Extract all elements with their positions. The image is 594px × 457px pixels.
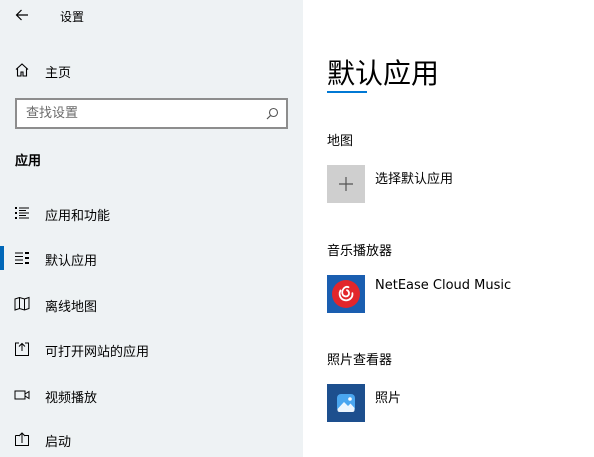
- sidebar-item-label: 离线地图: [45, 300, 98, 315]
- window-title: 设置: [60, 10, 85, 24]
- netease-cloud-music-icon: [327, 275, 365, 313]
- active-indicator: [0, 246, 4, 270]
- startup-icon: [14, 431, 30, 447]
- main-content: 默认应用 地图 选择默认应用 音乐播放器 NetEase Cloud Music…: [303, 0, 594, 457]
- sidebar-item-apps-features[interactable]: 应用和功能: [0, 195, 303, 231]
- nav-home[interactable]: 主页: [0, 54, 303, 86]
- photos-app-icon: [327, 384, 365, 422]
- default-app-music-button[interactable]: NetEase Cloud Music: [327, 275, 587, 315]
- sidebar-item-label: 启动: [45, 435, 72, 450]
- sidebar-item-startup[interactable]: 启动: [0, 421, 303, 457]
- sidebar-item-label: 默认应用: [45, 254, 98, 269]
- app-name: NetEase Cloud Music: [375, 278, 512, 293]
- back-arrow-icon: [15, 7, 29, 26]
- video-playback-icon: [14, 387, 30, 403]
- group-label-maps: 地图: [327, 134, 354, 149]
- sidebar-item-label: 可打开网站的应用: [45, 345, 150, 360]
- title-underline: [327, 91, 367, 93]
- sidebar-item-default-apps[interactable]: 默认应用: [0, 240, 303, 276]
- default-app-photos-button[interactable]: 照片: [327, 384, 587, 424]
- add-icon: [327, 165, 365, 203]
- offline-maps-icon: [14, 296, 30, 312]
- title-bar: 设置: [0, 0, 303, 32]
- search-box: [15, 98, 288, 129]
- sidebar-item-offline-maps[interactable]: 离线地图: [0, 286, 303, 322]
- sidebar-item-apps-for-websites[interactable]: 可打开网站的应用: [0, 331, 303, 367]
- page-title: 默认应用: [327, 57, 440, 90]
- sidebar-item-label: 应用和功能: [45, 209, 111, 224]
- settings-sidebar: 设置 主页 应用 应用和功能 默认应用 离线地图: [0, 0, 303, 457]
- search-input[interactable]: [17, 100, 253, 127]
- back-button[interactable]: [8, 2, 36, 30]
- app-name: 照片: [375, 391, 402, 406]
- group-label-photo-viewer: 照片查看器: [327, 353, 393, 368]
- group-label-music-player: 音乐播放器: [327, 244, 393, 259]
- apps-for-websites-icon: [14, 341, 30, 357]
- section-title-apps: 应用: [15, 154, 42, 169]
- search-icon[interactable]: [264, 105, 280, 121]
- home-icon: [14, 62, 30, 78]
- default-apps-icon: [14, 250, 30, 266]
- default-app-maps-button[interactable]: 选择默认应用: [327, 165, 587, 205]
- sidebar-item-label: 视频播放: [45, 391, 98, 406]
- app-name: 选择默认应用: [375, 172, 454, 187]
- sidebar-item-video-playback[interactable]: 视频播放: [0, 377, 303, 413]
- nav-home-label: 主页: [45, 66, 72, 81]
- apps-features-icon: [14, 205, 30, 221]
